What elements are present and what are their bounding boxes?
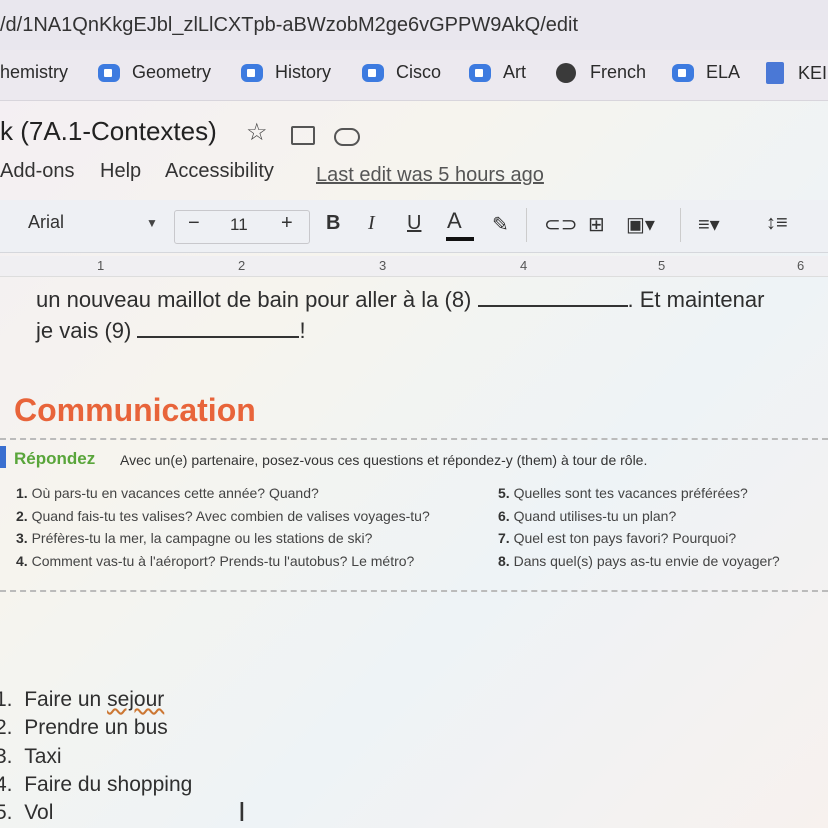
docs-icon [766,62,784,84]
doc-text: je vais (9) [36,318,132,343]
meet-icon [98,63,120,82]
font-size-input[interactable]: 11 [230,215,248,235]
menu-accessibility[interactable]: Accessibility [165,160,274,183]
document-title[interactable]: k (7A.1-Contextes) [0,116,217,147]
globe-icon [556,62,576,83]
increase-font-size-button[interactable]: + [281,212,293,235]
bookmark-label: hemistry [0,62,69,82]
ruler-mark: 1 [97,258,105,273]
link-icon[interactable]: ⊂⊃ [544,212,578,237]
cloud-status-icon[interactable] [334,128,360,146]
bookmark-label: Art [503,62,527,82]
doc-text: . Et maintenar [627,287,765,312]
decrease-font-size-button[interactable]: − [188,212,200,235]
bold-button[interactable]: B [326,212,340,235]
toolbar-divider [526,208,527,242]
text-color-swatch [446,237,474,241]
text-color-button[interactable]: A [447,208,462,234]
image-icon[interactable]: ▣▾ [626,212,655,237]
question-item: 2. Quand fais-tu tes valises? Avec combi… [16,508,430,524]
list-item[interactable]: 1. Faire un sejour [0,688,164,712]
bookmark-ela[interactable]: ELA [672,62,740,83]
last-edit-link[interactable]: Last edit was 5 hours ago [316,164,544,187]
doc-line-8: un nouveau maillot de bain pour aller à … [36,287,764,313]
menu-addons[interactable]: Add-ons [0,160,75,183]
blank-9 [137,318,300,338]
star-icon[interactable]: ☆ [246,118,268,147]
bookmark-label: Cisco [396,62,442,82]
spellcheck-word: sejour [107,688,165,711]
bookmark-art[interactable]: Art [469,62,526,83]
list-item[interactable]: 4. Faire du shopping [0,773,192,797]
meet-icon [241,63,263,82]
bookmark-french[interactable]: French [556,62,646,83]
question-item: 4. Comment vas-tu à l'aéroport? Prends-t… [16,553,415,569]
ruler-mark: 2 [238,258,246,273]
bookmark-history[interactable]: History [241,62,331,83]
meet-icon [469,63,491,82]
divider [0,438,828,440]
divider [0,590,828,592]
highlight-icon[interactable]: ✎ [492,212,509,237]
ruler-mark: 3 [379,258,387,273]
bookmark-kei[interactable]: KEI [766,62,827,84]
activity-label: Répondez [14,449,96,468]
ruler-mark: 5 [658,258,666,273]
underline-button[interactable]: U [407,212,421,235]
bookmark-cisco[interactable]: Cisco [362,62,441,83]
bookmark-label: Geometry [132,62,212,82]
doc-line-9: je vais (9) ! [36,318,306,344]
move-folder-icon[interactable] [291,126,315,145]
chevron-down-icon[interactable]: ▼ [146,216,158,230]
italic-button[interactable]: I [368,212,375,235]
bookmark-label: French [590,62,647,82]
ruler-mark: 4 [520,258,528,273]
toolbar-divider [680,208,681,242]
bookmark-label: ELA [706,62,741,82]
meet-icon [362,63,384,82]
list-item[interactable]: 5. Vol [0,801,53,825]
bookmark-chemistry[interactable]: hemistry [0,62,68,83]
doc-text: ! [299,318,306,343]
list-item[interactable]: 3. Taxi [0,745,62,769]
ruler[interactable] [0,256,828,277]
font-select[interactable]: Arial [28,212,64,233]
instructions: Avec un(e) partenaire, posez-vous ces qu… [120,452,648,468]
question-item: 1. Où pars-tu en vacances cette année? Q… [16,485,319,501]
list-item[interactable]: 2. Prendre un bus [0,716,168,740]
section-title: Communication [14,392,256,428]
question-item: 6. Quand utilises-tu un plan? [498,508,677,524]
url-text[interactable]: /d/1NA1QnKkgEJbl_zlLlCXTpb-aBWzobM2ge6vG… [0,14,578,37]
blank-8 [477,287,628,307]
question-item: 8. Dans quel(s) pays as-tu envie de voya… [498,553,780,569]
comment-icon[interactable]: ⊞ [588,212,605,237]
question-item: 3. Préfères-tu la mer, la campagne ou le… [16,530,373,546]
text-cursor-icon: I [238,796,246,827]
question-item: 5. Quelles sont tes vacances préférées? [498,485,748,501]
section-marker [0,446,6,468]
doc-text: un nouveau maillot de bain pour aller à … [36,287,472,312]
ruler-mark: 6 [797,258,805,273]
question-item: 7. Quel est ton pays favori? Pourquoi? [498,530,737,546]
line-spacing-icon[interactable]: ↕≡ [766,212,788,235]
meet-icon [672,63,694,82]
bookmark-label: KEI [798,62,828,83]
menu-help[interactable]: Help [100,160,141,183]
bookmark-label: History [275,62,332,82]
bookmark-geometry[interactable]: Geometry [98,62,211,83]
align-icon[interactable]: ≡▾ [698,212,720,237]
